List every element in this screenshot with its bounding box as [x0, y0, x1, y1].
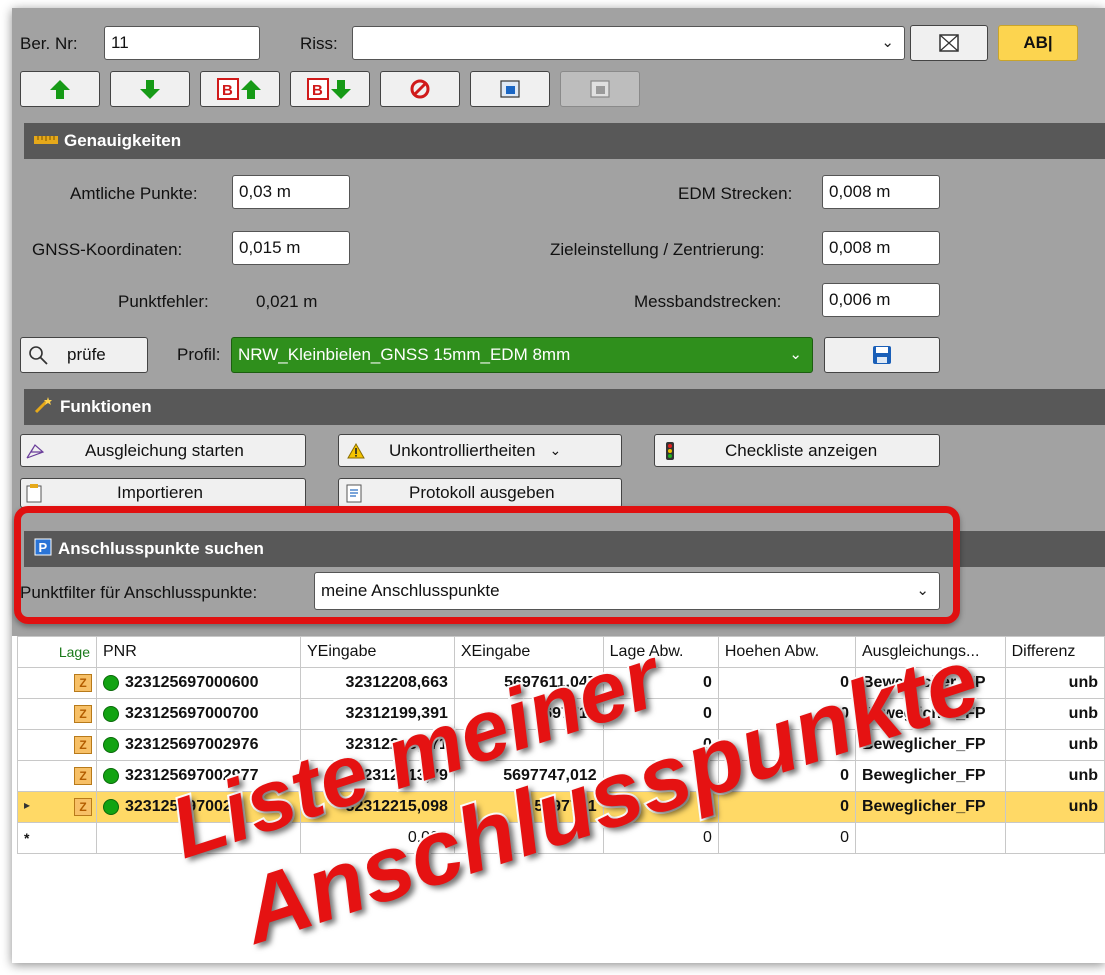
col-header-pnr[interactable]: PNR: [96, 636, 301, 668]
col-header-hoehen-abw[interactable]: Hoehen Abw.: [717, 636, 856, 668]
save-profile-button[interactable]: [824, 337, 940, 373]
row-pointer-icon: ▸: [24, 798, 31, 812]
pnr-cell: 323125697000700: [125, 705, 259, 722]
amtliche-label: Amtliche Punkte:: [70, 184, 198, 203]
riss-select[interactable]: ⌄: [352, 26, 905, 60]
highlight-frame: [14, 506, 960, 624]
riss-label: Riss:: [300, 34, 338, 53]
ab-button[interactable]: AB|: [998, 25, 1078, 61]
hoehen-abw-cell[interactable]: 0: [717, 822, 856, 854]
messband-input[interactable]: 0,006 m: [822, 283, 940, 317]
ausgleichung-cell[interactable]: Beweglicher_FP: [854, 791, 1006, 823]
window-disabled-button[interactable]: [560, 71, 640, 107]
status-dot-icon: [103, 736, 119, 753]
differenz-cell[interactable]: unb: [1004, 667, 1105, 699]
pruefe-label: prüfe: [67, 345, 106, 364]
move-down-button[interactable]: [110, 71, 190, 107]
new-row-marker: *: [17, 822, 97, 854]
importieren-label: Importieren: [117, 483, 203, 502]
punktfehler-value: 0,021 m: [256, 292, 318, 311]
import-icon: [26, 484, 42, 503]
col-header-lage[interactable]: Lage: [17, 636, 97, 668]
punktfehler-label: Punktfehler:: [118, 292, 209, 311]
importieren-button[interactable]: Importieren: [20, 478, 306, 508]
window-button[interactable]: [470, 71, 550, 107]
cancel-button[interactable]: [380, 71, 460, 107]
protokoll-label: Protokoll ausgeben: [409, 483, 555, 502]
z-badge-icon: Z: [74, 767, 92, 785]
svg-text:B: B: [312, 82, 323, 99]
differenz-cell[interactable]: unb: [1004, 791, 1105, 823]
ausgleichung-cell[interactable]: Beweglicher_FP: [854, 760, 1006, 792]
funktionen-title: Funktionen: [60, 397, 152, 416]
svg-text:B: B: [222, 82, 233, 99]
differenz-cell[interactable]: unb: [1004, 760, 1105, 792]
checkliste-button[interactable]: Checkliste anzeigen: [654, 434, 940, 467]
col-header-differenz[interactable]: Differenz: [1004, 636, 1105, 668]
move-up-button[interactable]: [20, 71, 100, 107]
status-dot-icon: [103, 767, 119, 784]
edm-label: EDM Strecken:: [678, 184, 793, 203]
col-header-yeingabe[interactable]: YEingabe: [299, 636, 455, 668]
magic-wand-icon: [34, 396, 54, 419]
edm-input[interactable]: 0,008 m: [822, 175, 940, 209]
z-badge-icon: Z: [74, 674, 92, 692]
ber-nr-label: Ber. Nr:: [20, 34, 78, 53]
arrow-up-icon: [50, 80, 70, 99]
profil-label: Profil:: [177, 345, 221, 364]
no-entry-icon: [410, 79, 430, 99]
pnr-cell: 323125697000600: [125, 674, 259, 691]
status-dot-icon: [103, 674, 119, 691]
status-dot-icon: [103, 798, 119, 815]
differenz-cell[interactable]: unb: [1004, 729, 1105, 761]
gnss-label: GNSS-Koordinaten:: [32, 240, 183, 259]
ziel-input[interactable]: 0,008 m: [822, 231, 940, 265]
pruefe-button[interactable]: prüfe: [20, 337, 148, 373]
funktionen-header: Funktionen: [24, 389, 1105, 425]
network-icon: [26, 443, 45, 459]
gnss-input[interactable]: 0,015 m: [232, 231, 350, 265]
ausgleichung-button[interactable]: Ausgleichung starten: [20, 434, 306, 467]
amtliche-input[interactable]: 0,03 m: [232, 175, 350, 209]
checkliste-label: Checkliste anzeigen: [725, 440, 878, 460]
report-icon: [346, 484, 362, 503]
genauigkeiten-header: Genauigkeiten: [24, 123, 1105, 159]
differenz-cell[interactable]: unb: [1004, 698, 1105, 730]
traffic-light-icon: [666, 441, 674, 460]
ber-nr-input[interactable]: 11: [104, 26, 260, 60]
crossed-frame-icon: [939, 34, 959, 52]
profil-select[interactable]: NRW_Kleinbielen_GNSS 15mm_EDM 8mm ⌄: [231, 337, 813, 373]
block-arrow-down-icon: B: [307, 78, 351, 100]
window-icon: [590, 80, 610, 98]
chevron-down-icon: ⌄: [789, 346, 802, 363]
search-icon: [29, 346, 48, 365]
ruler-icon: [34, 131, 58, 151]
unkontrolliert-label: Unkontrolliertheiten: [389, 440, 536, 460]
riss-edit-button[interactable]: [910, 25, 988, 61]
warning-icon: [347, 442, 365, 458]
floppy-disk-icon: [873, 346, 891, 364]
unkontrolliert-dropdown[interactable]: Unkontrolliertheiten ⌄: [338, 434, 622, 467]
block-arrow-up-icon: B: [217, 78, 261, 100]
status-dot-icon: [103, 705, 119, 722]
block-down-button[interactable]: B: [290, 71, 370, 107]
z-badge-icon: Z: [74, 736, 92, 754]
z-badge-icon: Z: [74, 798, 92, 816]
profil-value: NRW_Kleinbielen_GNSS 15mm_EDM 8mm: [238, 345, 571, 364]
pnr-cell: 323125697002976: [125, 736, 259, 753]
ziel-label: Zieleinstellung / Zentrierung:: [550, 240, 765, 259]
protokoll-button[interactable]: Protokoll ausgeben: [338, 478, 622, 508]
z-badge-icon: Z: [74, 705, 92, 723]
chevron-down-icon: ⌄: [549, 442, 562, 458]
block-up-button[interactable]: B: [200, 71, 280, 107]
arrow-down-icon: [140, 80, 160, 99]
window-icon: [500, 80, 520, 98]
y-cell[interactable]: 32312208,663: [299, 667, 455, 699]
chevron-down-icon: ⌄: [881, 34, 894, 51]
genauigkeiten-title: Genauigkeiten: [64, 131, 182, 150]
ausgleichung-label: Ausgleichung starten: [85, 440, 244, 460]
messband-label: Messbandstrecken:: [634, 292, 782, 311]
